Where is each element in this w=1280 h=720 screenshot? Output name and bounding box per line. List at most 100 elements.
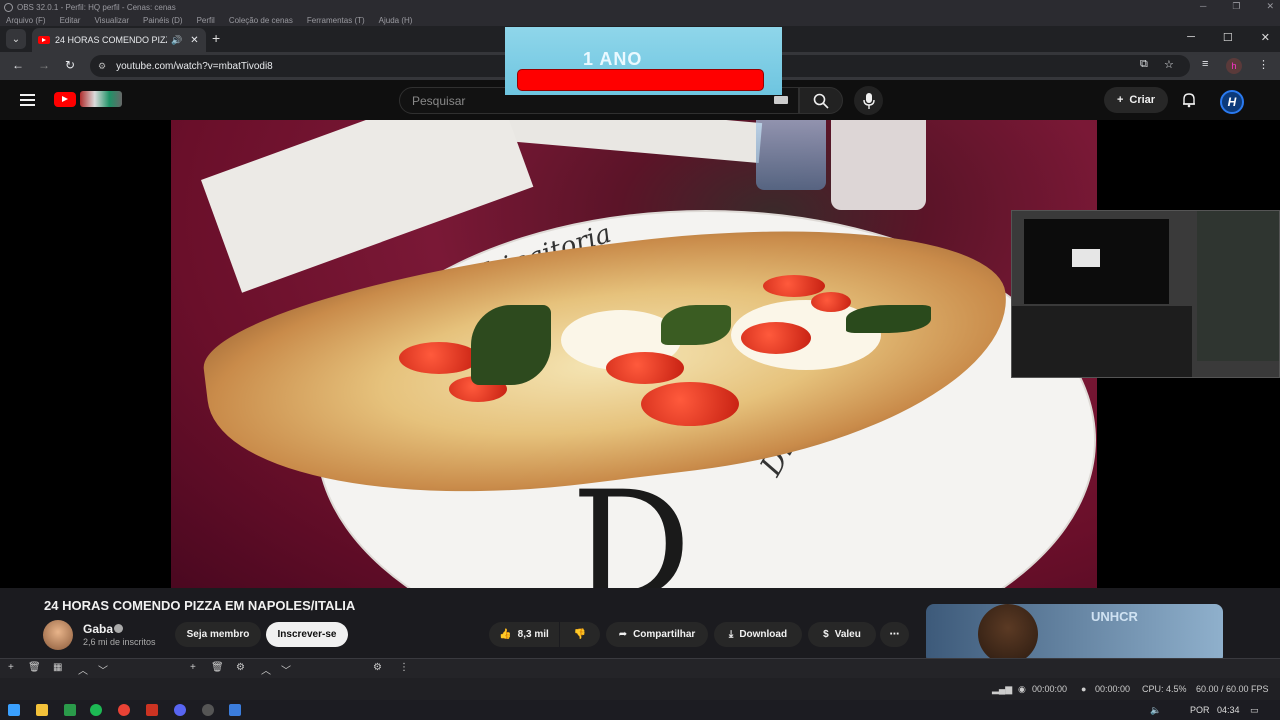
browser-minimize-icon[interactable]: ─ bbox=[1187, 31, 1195, 44]
remove-scene-icon[interactable]: 🗑 bbox=[28, 662, 41, 673]
menu-help[interactable]: Ajuda (H) bbox=[379, 16, 413, 25]
subscribe-button[interactable]: Inscrever-se bbox=[266, 622, 348, 647]
reload-icon[interactable]: ↻ bbox=[65, 58, 75, 72]
close-icon[interactable]: ✕ bbox=[1266, 1, 1274, 12]
news-icon[interactable] bbox=[146, 704, 158, 716]
move-down-icon[interactable]: ﹀ bbox=[98, 662, 108, 677]
source-down-icon[interactable]: ﹀ bbox=[281, 662, 291, 677]
discord-icon[interactable] bbox=[174, 704, 186, 716]
url-text: youtube.com/watch?v=mbatTivodi8 bbox=[116, 60, 273, 72]
tab-close-icon[interactable]: ✕ bbox=[190, 35, 198, 46]
add-source-icon[interactable]: + bbox=[190, 662, 196, 673]
notifications-bell-icon[interactable] bbox=[1181, 92, 1197, 108]
menu-scene-collection[interactable]: Coleção de cenas bbox=[229, 16, 293, 25]
more-icon: ⋯ bbox=[889, 629, 900, 640]
browser-close-icon[interactable]: ✕ bbox=[1261, 31, 1270, 44]
forward-arrow-icon[interactable]: → bbox=[38, 58, 50, 72]
notification-center-icon[interactable]: ▭ bbox=[1250, 705, 1259, 716]
speaker-icon[interactable]: 🔊 bbox=[171, 35, 182, 46]
thanks-label: Valeu bbox=[834, 629, 861, 640]
menu-tools[interactable]: Ferramentas (T) bbox=[307, 16, 365, 25]
site-info-icon[interactable]: ⚙ bbox=[98, 61, 106, 72]
menu-view[interactable]: Visualizar bbox=[94, 16, 129, 25]
download-button[interactable]: ⤓ Download bbox=[714, 622, 802, 647]
tab-search-icon[interactable]: ⌄ bbox=[6, 29, 26, 49]
video-title: 24 HORAS COMENDO PIZZA EM NAPOLES/ITALIA bbox=[44, 598, 356, 613]
new-tab-button[interactable]: + bbox=[212, 30, 220, 46]
bookmark-star-icon[interactable]: ☆ bbox=[1164, 58, 1174, 71]
tomato bbox=[399, 342, 479, 374]
app-icon[interactable] bbox=[229, 704, 241, 716]
menu-profile[interactable]: Perfil bbox=[197, 16, 215, 25]
minimize-icon[interactable]: ─ bbox=[1200, 1, 1206, 12]
scene-filter-icon[interactable]: ▦ bbox=[53, 662, 62, 673]
move-up-icon[interactable]: ︿ bbox=[78, 662, 88, 677]
spotify-icon[interactable] bbox=[90, 704, 102, 716]
menu-file[interactable]: Arquivo (F) bbox=[6, 16, 46, 25]
hamburger-menu-icon[interactable] bbox=[20, 94, 35, 106]
webcam-tv-screen bbox=[1072, 249, 1100, 267]
remove-source-icon[interactable]: 🗑 bbox=[211, 662, 224, 673]
video-frame[interactable]: Friggitoria Di Matteo D bbox=[171, 120, 1097, 588]
obs-title-bar: OBS 32.0.1 - Perfil: HQ perfil - Cenas: … bbox=[0, 0, 1280, 14]
search-button[interactable] bbox=[799, 87, 843, 114]
menu-edit[interactable]: Editar bbox=[60, 16, 81, 25]
like-button[interactable]: 👍 8,3 mil bbox=[489, 622, 559, 647]
thumbs-down-icon: 👎 bbox=[573, 629, 587, 640]
overlay-text: 1 ANO bbox=[583, 49, 643, 69]
chrome-icon[interactable] bbox=[118, 704, 130, 716]
download-icon: ⤓ bbox=[728, 629, 734, 640]
language-indicator[interactable]: POR bbox=[1190, 705, 1210, 715]
youtube-doodle-logo[interactable] bbox=[80, 91, 122, 107]
join-label: Seja membro bbox=[186, 629, 250, 640]
media-control-icon[interactable]: ≡ bbox=[1202, 58, 1208, 70]
dislike-button[interactable]: 👎 bbox=[560, 622, 600, 647]
channel-name[interactable]: Gaba bbox=[83, 622, 113, 636]
thanks-button[interactable]: $ Valeu bbox=[808, 622, 876, 647]
mixer-settings-icon[interactable]: ⚙ bbox=[373, 662, 382, 673]
join-button[interactable]: Seja membro bbox=[175, 622, 261, 647]
start-icon[interactable] bbox=[8, 704, 20, 716]
cast-icon[interactable]: ⧉ bbox=[1140, 58, 1148, 71]
tomato bbox=[606, 352, 684, 384]
menu-docks[interactable]: Painéis (D) bbox=[143, 16, 183, 25]
tomato bbox=[641, 382, 739, 426]
tomato bbox=[811, 292, 851, 312]
youtube-logo-icon[interactable] bbox=[54, 92, 76, 107]
restore-icon[interactable]: ❐ bbox=[1232, 1, 1240, 12]
clock[interactable]: 04:34 bbox=[1217, 705, 1240, 715]
mixer-more-icon[interactable]: ⋮ bbox=[399, 662, 409, 673]
basil-leaf bbox=[846, 305, 931, 333]
add-scene-icon[interactable]: + bbox=[8, 662, 14, 673]
webcam-overlay bbox=[1011, 210, 1280, 378]
file-explorer-icon[interactable] bbox=[36, 704, 48, 716]
app-icon[interactable] bbox=[64, 704, 76, 716]
back-arrow-icon[interactable]: ← bbox=[12, 58, 24, 72]
channel-avatar[interactable] bbox=[43, 620, 73, 650]
voice-search-button[interactable] bbox=[854, 86, 883, 115]
volume-icon[interactable]: 🔈 bbox=[1150, 705, 1161, 716]
obs-taskbar-icon[interactable] bbox=[202, 704, 214, 716]
more-actions-button[interactable]: ⋯ bbox=[880, 622, 909, 647]
live-timer: 00:00:00 bbox=[1032, 684, 1068, 694]
webcam-flag bbox=[1197, 211, 1279, 361]
sidebar-ad-card[interactable]: UNHCR bbox=[926, 604, 1223, 664]
browser-menu-icon[interactable]: ⋮ bbox=[1258, 58, 1269, 71]
source-settings-icon[interactable]: ⚙ bbox=[236, 662, 245, 673]
youtube-favicon-icon bbox=[38, 36, 50, 44]
keyboard-icon[interactable] bbox=[774, 96, 788, 104]
create-label: Criar bbox=[1129, 94, 1156, 106]
obs-menu-bar: Arquivo (F) Editar Visualizar Painéis (D… bbox=[0, 14, 1280, 26]
source-up-icon[interactable]: ︿ bbox=[261, 662, 271, 677]
like-count: 8,3 mil bbox=[517, 629, 549, 640]
create-button[interactable]: + Criar bbox=[1104, 87, 1168, 113]
share-button[interactable]: ➦ Compartilhar bbox=[606, 622, 708, 647]
account-avatar[interactable]: H bbox=[1220, 90, 1244, 114]
obs-overlay-banner: 1 ANO bbox=[505, 27, 782, 95]
tab-active[interactable]: 24 HORAS COMENDO PIZZA 🔊 ✕ bbox=[32, 28, 206, 52]
windows-taskbar: 🔈 POR 04:34 ▭ bbox=[0, 700, 1280, 720]
browser-maximize-icon[interactable]: ☐ bbox=[1223, 31, 1233, 44]
browser-profile-avatar[interactable]: h bbox=[1226, 58, 1242, 74]
thumbs-up-icon: 👍 bbox=[499, 629, 512, 640]
share-label: Compartilhar bbox=[633, 629, 696, 640]
